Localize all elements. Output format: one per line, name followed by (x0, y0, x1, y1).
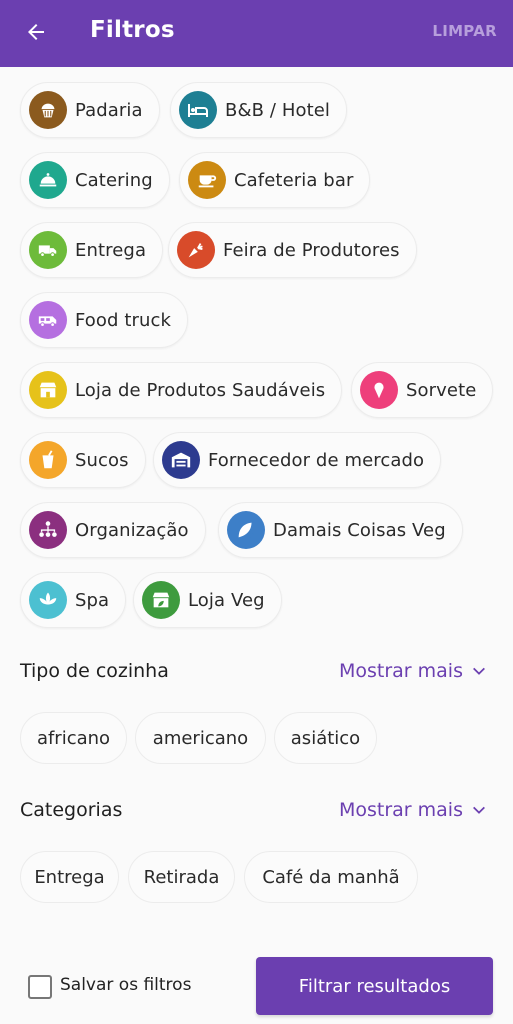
chevron-down-icon (473, 806, 485, 814)
truck-icon (29, 231, 67, 269)
leaf-plus-icon (227, 511, 265, 549)
chip-label: Padaria (75, 99, 143, 121)
carrot-icon (177, 231, 215, 269)
chip-label: Loja Veg (188, 589, 265, 611)
chip-feira-de-produtores[interactable]: Feira de Produtores (168, 222, 417, 278)
chip-label: Damais Coisas Veg (273, 519, 446, 541)
veg-store-icon (142, 581, 180, 619)
chip-organizacao[interactable]: Organização (20, 502, 206, 558)
chip-label: Feira de Produtores (223, 239, 400, 261)
chip-sucos[interactable]: Sucos (20, 432, 146, 488)
arrow-left-icon (28, 24, 44, 40)
van-icon (29, 301, 67, 339)
chip-label: Organização (75, 519, 189, 541)
clear-button[interactable]: LIMPAR (432, 22, 497, 40)
cuisine-section-title: Tipo de cozinha (20, 660, 169, 682)
page-title: Filtros (90, 17, 175, 43)
chip-label: Entrega (75, 239, 147, 261)
ice-cream-icon (360, 371, 398, 409)
chip-label: Loja de Produtos Saudáveis (75, 379, 326, 401)
bed-icon (179, 91, 217, 129)
chip-sorvete[interactable]: Sorvete (351, 362, 494, 418)
chip-label: Sorvete (406, 379, 477, 401)
show-more-label: Mostrar mais (338, 799, 463, 821)
apply-filters-button[interactable]: Filtrar resultados (256, 957, 493, 1015)
chip-loja-produtos-saudaveis[interactable]: Loja de Produtos Saudáveis (20, 362, 343, 418)
back-button[interactable] (20, 16, 52, 48)
tag-asiatico[interactable]: asiático (274, 712, 377, 764)
chip-label: Cafeteria bar (234, 169, 354, 191)
chip-food-truck[interactable]: Food truck (20, 292, 189, 348)
chip-label: Fornecedor de mercado (208, 449, 425, 471)
warehouse-icon (162, 441, 200, 479)
juice-icon (29, 441, 67, 479)
tag-americano[interactable]: americano (135, 712, 266, 764)
save-filters-label: Salvar os filtros (60, 975, 192, 995)
chip-bb-hotel[interactable]: B&B / Hotel (170, 82, 348, 138)
cuisine-show-more-button[interactable]: Mostrar mais (339, 660, 487, 682)
chip-fornecedor-de-mercado[interactable]: Fornecedor de mercado (153, 432, 442, 488)
chip-cafeteria-bar[interactable]: Cafeteria bar (179, 152, 371, 208)
chip-padaria[interactable]: Padaria (20, 82, 160, 138)
chip-label: Catering (75, 169, 153, 191)
categories-show-more-button[interactable]: Mostrar mais (339, 799, 487, 821)
chip-damais-coisas-veg[interactable]: Damais Coisas Veg (218, 502, 463, 558)
categories-section-title: Categorias (20, 799, 123, 821)
save-filters-checkbox[interactable] (28, 975, 52, 999)
tag-africano[interactable]: africano (20, 712, 127, 764)
tag-cafe-da-manha[interactable]: Café da manhã (244, 851, 418, 903)
chip-loja-veg[interactable]: Loja Veg (133, 572, 282, 628)
show-more-label: Mostrar mais (338, 660, 463, 682)
chip-label: B&B / Hotel (225, 99, 331, 121)
tag-entrega[interactable]: Entrega (20, 851, 119, 903)
chip-label: Spa (75, 589, 110, 611)
chip-label: Sucos (75, 449, 129, 471)
lotus-icon (29, 581, 67, 619)
store-icon (29, 371, 67, 409)
app-bar: Filtros LIMPAR (0, 0, 513, 67)
cupcake-icon (29, 91, 67, 129)
chip-spa[interactable]: Spa (20, 572, 127, 628)
chevron-down-icon (473, 667, 485, 675)
coffee-cup-icon (188, 161, 226, 199)
chip-label: Food truck (75, 309, 172, 331)
cloche-icon (29, 161, 67, 199)
tag-retirada[interactable]: Retirada (128, 851, 235, 903)
chip-catering[interactable]: Catering (20, 152, 170, 208)
organization-icon (29, 511, 67, 549)
chip-entrega[interactable]: Entrega (20, 222, 164, 278)
